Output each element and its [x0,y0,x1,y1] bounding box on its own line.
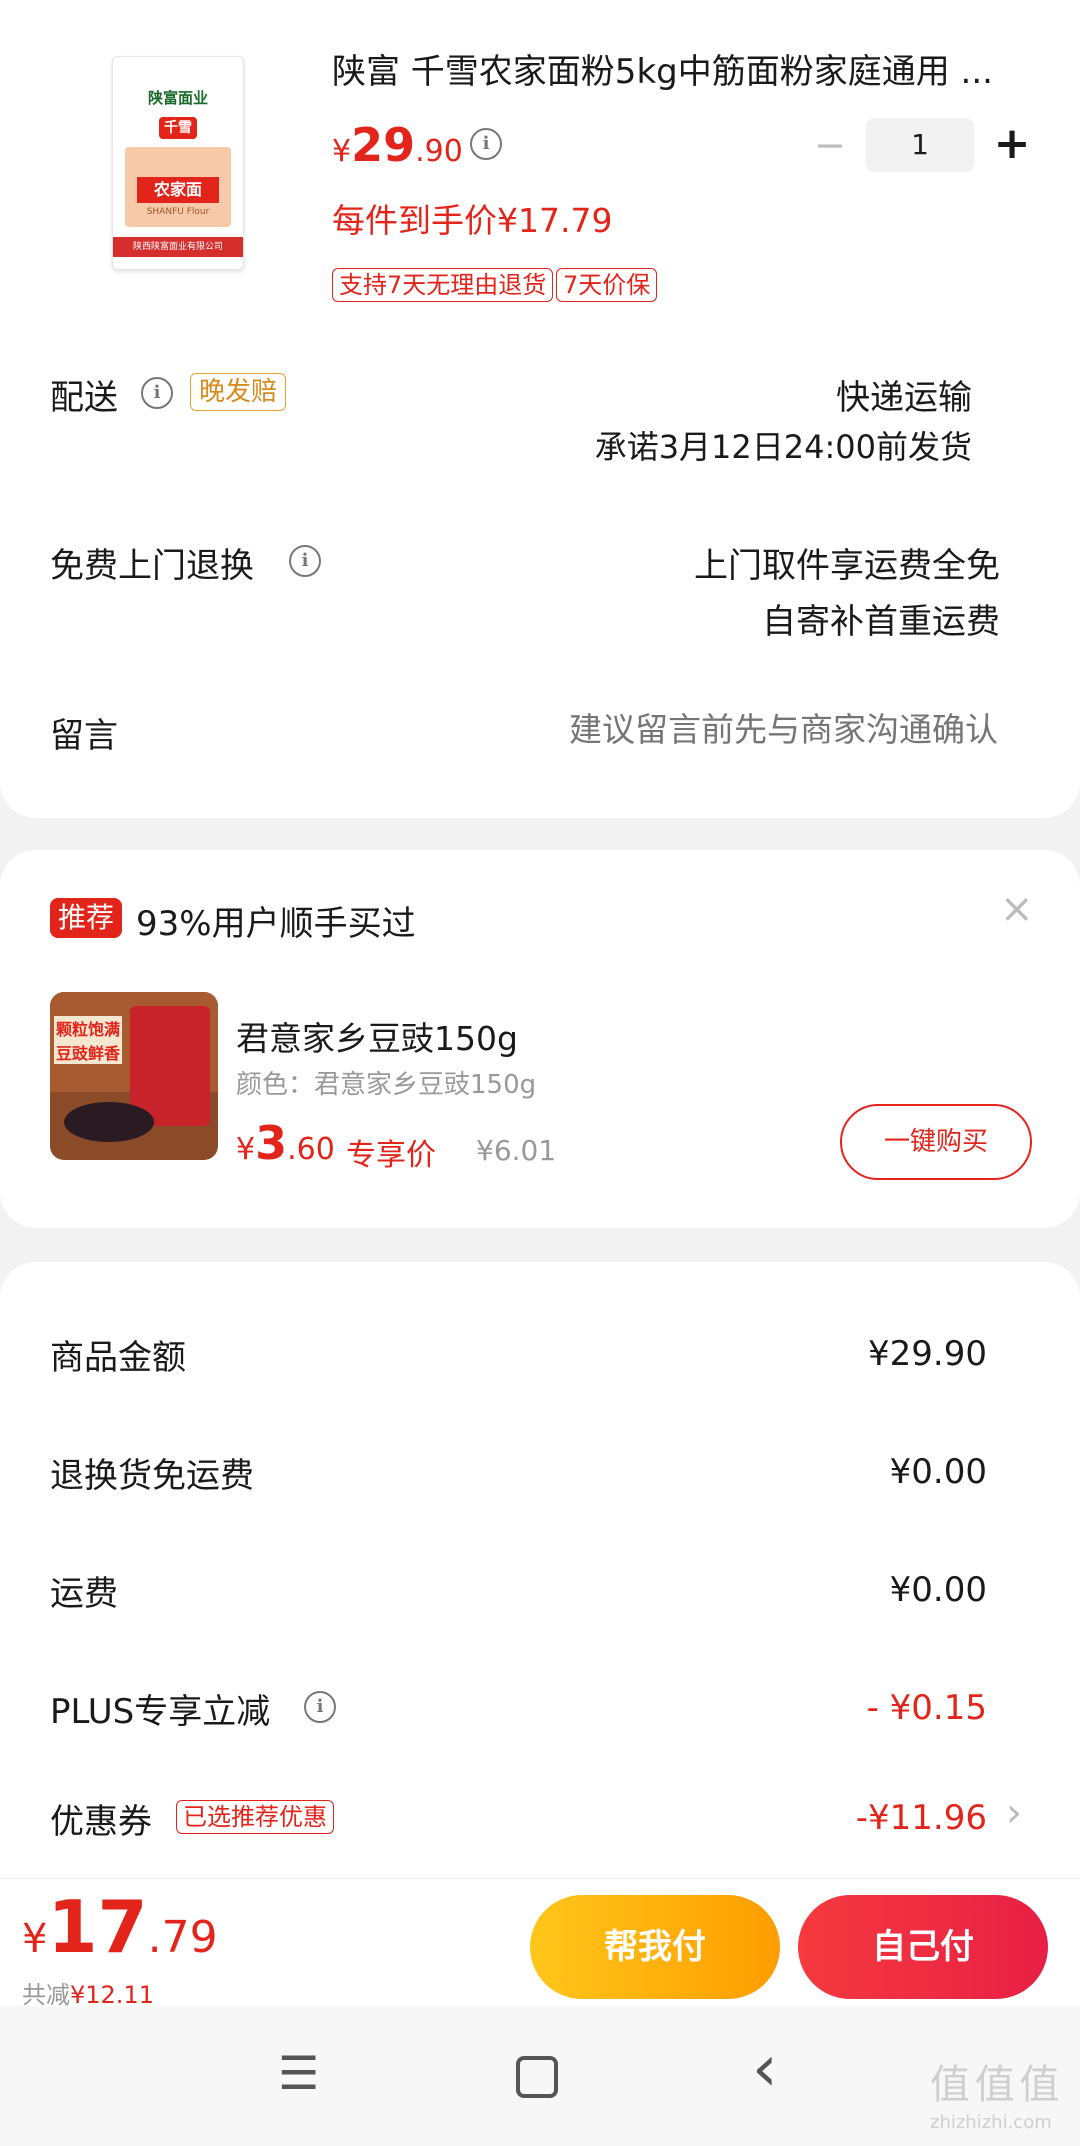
product-price: ¥29.90 [332,118,463,172]
saved-value: ¥12.11 [70,1981,154,2009]
summary-value-shipping: ¥0.00 [889,1570,987,1610]
order-card: 陕富面业 千雪 农家面 SHANFU Flour 陕西陕富面业有限公司 陕富 千… [0,0,1080,818]
recommend-orig-price: ¥6.01 [476,1134,557,1167]
tag-no-reason-return: 支持7天无理由退货 [332,268,554,302]
returns-info-icon[interactable]: i [289,545,321,577]
coupon-badge: 已选推荐优惠 [176,1800,334,1834]
chevron-right-icon[interactable]: › [1006,1790,1022,1836]
qty-plus-button[interactable]: + [992,116,1032,172]
watermark-url: zhizhizhi.com [930,2112,1052,2133]
recommend-image-text1: 颗粒饱满 [54,1016,123,1040]
recommend-price-int: 3 [255,1116,288,1170]
recommend-item-spec: 颜色：君意家乡豆豉150g [236,1070,537,1100]
total-price: ¥17.79 [22,1885,218,1969]
price-info-icon[interactable]: i [470,128,502,160]
returns-line1: 上门取件享运费全免 [694,546,1000,586]
recommend-item-image[interactable]: 颗粒饱满 豆豉鲜香 [50,992,218,1160]
help-pay-button[interactable]: 帮我付 [530,1895,780,1999]
returns-label: 免费上门退换 [50,546,254,586]
price-int: 29 [351,118,416,172]
total-price-dec: .79 [147,1912,218,1963]
recommend-card: 推荐 93%用户顺手买过 × 颗粒饱满 豆豉鲜香 君意家乡豆豉150g 颜色：君… [0,850,1080,1228]
summary-label-goods: 商品金额 [50,1338,186,1378]
checkout-bar: ¥17.79 共减¥12.11 帮我付 自己付 [0,1878,1080,2010]
back-icon[interactable]: ‹ [752,2032,778,2106]
close-icon[interactable]: × [1000,886,1034,932]
delivery-promise: 承诺3月12日24:00前发货 [594,428,972,466]
home-icon[interactable] [516,2056,558,2098]
message-input[interactable] [436,700,1000,758]
summary-value-coupon[interactable]: -¥11.96 [856,1798,987,1838]
price-symbol: ¥ [332,134,352,169]
recommend-title: 93%用户顺手买过 [136,904,416,944]
summary-value-goods: ¥29.90 [868,1334,987,1374]
price-dec: .90 [415,134,463,169]
summary-value-return-shipping: ¥0.00 [889,1452,987,1492]
recommend-price-tag: 专享价 [346,1138,436,1173]
recommend-badge: 推荐 [50,898,123,938]
system-nav-bar: ☰ ‹ 值 值 值 zhizhizhi.com [0,2006,1080,2146]
product-image-footer: 陕西陕富面业有限公司 [113,237,243,257]
summary-label-coupon[interactable]: 优惠券 [50,1794,152,1843]
summary-label-shipping: 运费 [50,1574,118,1614]
summary-label-plus: PLUS专享立减 [50,1692,271,1732]
recommend-price-symbol: ¥ [236,1132,256,1167]
product-image-name: 农家面 [137,177,219,203]
product-image-logo: 千雪 [159,117,197,139]
delivery-label: 配送 [50,378,118,418]
watermark: 值 值 值 [930,2062,1059,2108]
per-item-price: 每件到手价¥17.79 [332,201,613,240]
recommend-image-text2: 豆豉鲜香 [54,1040,123,1064]
summary-label-return-shipping: 退换货免运费 [50,1456,254,1496]
plus-info-icon[interactable]: i [304,1691,336,1723]
summary-card: 商品金额 ¥29.90 退换货免运费 ¥0.00 运费 ¥0.00 PLUS专享… [0,1262,1080,1882]
self-pay-button[interactable]: 自己付 [798,1895,1048,1999]
total-saved: 共减¥12.11 [22,1975,154,2010]
menu-icon[interactable]: ☰ [278,2046,319,2100]
total-price-int: 17 [47,1885,148,1969]
message-label: 留言 [50,716,118,756]
product-image[interactable]: 陕富面业 千雪 农家面 SHANFU Flour 陕西陕富面业有限公司 [112,56,244,270]
summary-value-plus: - ¥0.15 [866,1688,987,1728]
total-price-symbol: ¥ [22,1916,48,1962]
product-title[interactable]: 陕富 千雪农家面粉5kg中筋面粉家庭通用 ... [332,44,1032,93]
recommend-image-bowl [64,1102,154,1142]
qty-minus-button[interactable]: − [812,120,848,170]
qty-input[interactable]: 1 [866,118,974,172]
product-image-en: SHANFU Flour [146,207,210,217]
tag-price-protection: 7天价保 [556,268,658,302]
product-image-brand: 陕富面业 [147,89,208,107]
recommend-item-name[interactable]: 君意家乡豆豉150g [236,1012,518,1060]
recommend-price-dec: .60 [287,1132,335,1167]
delivery-info-icon[interactable]: i [141,377,173,409]
recommend-item-price: ¥3.60 [236,1116,335,1170]
returns-line2: 自寄补首重运费 [762,602,1000,642]
delivery-method[interactable]: 快递运输 [836,370,972,419]
one-click-buy-button[interactable]: 一键购买 [840,1104,1032,1180]
delivery-badge: 晚发赔 [190,373,287,411]
saved-label: 共减 [22,1981,70,2009]
